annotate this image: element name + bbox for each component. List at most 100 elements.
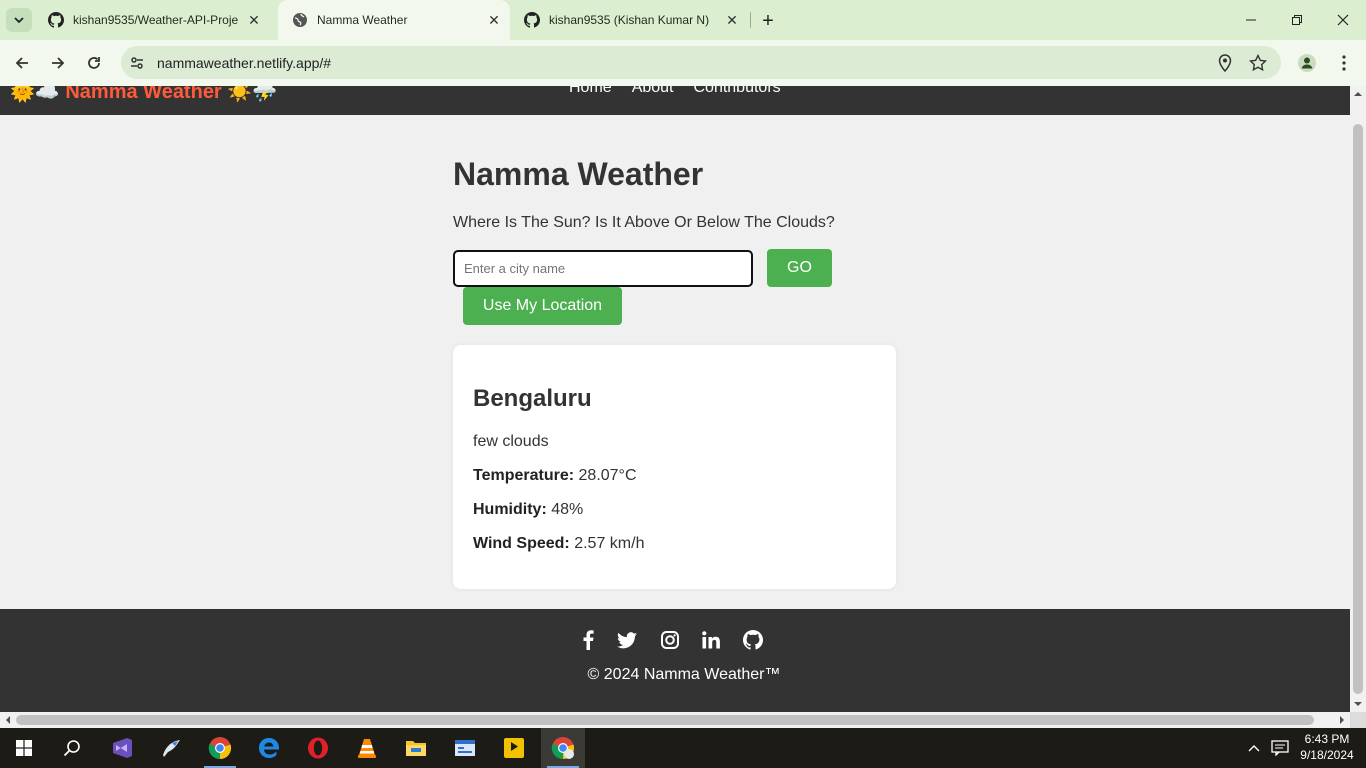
windows-logo-icon [16,740,32,756]
chrome-icon [551,737,575,760]
scroll-left-arrow-icon[interactable] [2,712,14,728]
humidity-label: Humidity: [473,501,547,518]
twitter-icon[interactable] [616,629,638,651]
scroll-right-arrow-icon[interactable] [1336,712,1348,728]
reload-icon [88,57,100,69]
forward-button[interactable] [44,49,72,77]
city-search-input[interactable] [453,250,753,287]
site-brand[interactable]: 🌞☁️ Namma Weather ☀️⛈️ [10,86,277,104]
chevron-down-icon [14,17,24,24]
go-button[interactable]: GO [767,249,832,287]
url-text: nammaweather.netlify.app/# [157,55,332,71]
taskbar-chrome-active-window[interactable] [541,728,585,768]
scroll-up-arrow-icon[interactable] [1350,88,1366,100]
taskbar-media-player[interactable] [492,728,536,768]
use-my-location-button[interactable]: Use My Location [463,287,622,325]
arrow-left-icon [15,57,28,69]
profile-button[interactable] [1293,49,1321,77]
tab-search-button[interactable] [6,8,32,32]
taskbar-search-button[interactable] [50,728,94,768]
github-icon [48,12,64,28]
taskbar-vlc[interactable] [345,728,389,768]
reload-button[interactable] [80,49,108,77]
close-tab-icon[interactable]: ✕ [484,10,504,30]
page-subtitle: Where Is The Sun? Is It Above Or Below T… [453,214,835,231]
taskbar-opera[interactable] [296,728,340,768]
vertical-scroll-thumb[interactable] [1353,124,1363,694]
site-navbar: 🌞☁️ Namma Weather ☀️⛈️ Home About Contri… [0,86,1350,115]
address-bar[interactable]: nammaweather.netlify.app/# [121,46,1281,79]
wind-value: 2.57 km/h [574,535,645,552]
nav-home-link[interactable]: Home [569,86,612,97]
tab-github-weather-project[interactable]: kishan9535/Weather-API-Proje ✕ [34,0,270,40]
tab-namma-weather[interactable]: Namma Weather ✕ [278,0,510,40]
kebab-menu-icon [1342,55,1346,71]
taskbar-chrome[interactable] [198,728,242,768]
restore-icon [1292,15,1302,25]
arrow-right-icon [52,57,65,69]
windows-taskbar: 6:43 PM 9/18/2024 [0,728,1366,768]
linkedin-icon[interactable] [700,629,722,651]
taskbar-edge[interactable] [247,728,291,768]
clock-time: 6:43 PM [1304,732,1350,746]
vertical-scrollbar[interactable] [1350,86,1366,712]
clock-date: 9/18/2024 [1300,748,1354,762]
scrollbar-corner [1350,712,1366,728]
taskbar-visual-studio[interactable] [100,728,144,768]
close-tab-icon[interactable]: ✕ [244,10,264,30]
weather-description: few clouds [473,433,549,450]
back-button[interactable] [8,49,36,77]
bird-app-icon [163,740,180,757]
page-title: Namma Weather [453,156,704,192]
notifications-button[interactable] [1266,728,1294,768]
vlc-icon [358,739,376,758]
taskbar-clock[interactable]: 6:43 PM 9/18/2024 [1294,731,1360,763]
github-icon[interactable] [742,629,764,651]
instagram-icon[interactable] [659,629,681,651]
close-window-button[interactable] [1320,0,1366,40]
github-icon [524,12,540,28]
bookmark-star-icon[interactable] [1248,53,1268,73]
minimize-button[interactable] [1228,0,1274,40]
start-button[interactable] [2,728,46,768]
wind-label: Wind Speed: [473,535,570,552]
close-tab-icon[interactable]: ✕ [722,10,742,30]
weather-city: Bengaluru [473,385,592,412]
media-player-icon [504,738,524,758]
browser-tab-bar: kishan9535/Weather-API-Proje ✕ Namma Wea… [0,0,1366,40]
tab-title: kishan9535/Weather-API-Proje [73,13,239,27]
weather-temperature: Temperature: 28.07°C [473,467,637,485]
taskbar-app-bird[interactable] [149,728,193,768]
search-section: Namma Weather Where Is The Sun? Is It Ab… [453,156,896,325]
taskbar-app-window[interactable] [443,728,487,768]
scroll-down-arrow-icon[interactable] [1350,698,1366,710]
close-icon [1337,14,1349,26]
page-viewport: 🌞☁️ Namma Weather ☀️⛈️ Home About Contri… [0,86,1350,712]
new-tab-button[interactable]: + [757,10,779,32]
nav-contributors-link[interactable]: Contributors [694,86,781,97]
opera-icon [308,737,328,759]
notification-icon [1271,740,1289,756]
site-footer: © 2024 Namma Weather™ [0,609,1350,712]
horizontal-scrollbar[interactable] [0,712,1350,728]
restore-button[interactable] [1274,0,1320,40]
browser-toolbar: nammaweather.netlify.app/# [0,40,1366,86]
tab-title: Namma Weather [317,13,408,27]
temperature-label: Temperature: [473,467,575,484]
profile-avatar-icon [1298,54,1316,72]
folder-icon [406,741,426,756]
site-settings-icon[interactable] [127,53,147,73]
taskbar-file-explorer[interactable] [394,728,438,768]
tab-github-profile[interactable]: kishan9535 (Kishan Kumar N) ✕ [510,0,748,40]
facebook-icon[interactable] [577,629,599,651]
menu-button[interactable] [1330,49,1358,77]
minimize-icon [1246,19,1256,21]
horizontal-scroll-thumb[interactable] [16,715,1314,725]
nav-about-link[interactable]: About [632,86,674,97]
weather-card: Bengaluru few clouds Temperature: 28.07°… [453,345,896,589]
location-pin-icon[interactable] [1215,53,1235,73]
nav-links: Home About Contributors [569,86,781,97]
plus-icon: + [762,9,774,32]
search-icon [63,740,80,757]
show-hidden-icons-button[interactable] [1240,728,1268,768]
